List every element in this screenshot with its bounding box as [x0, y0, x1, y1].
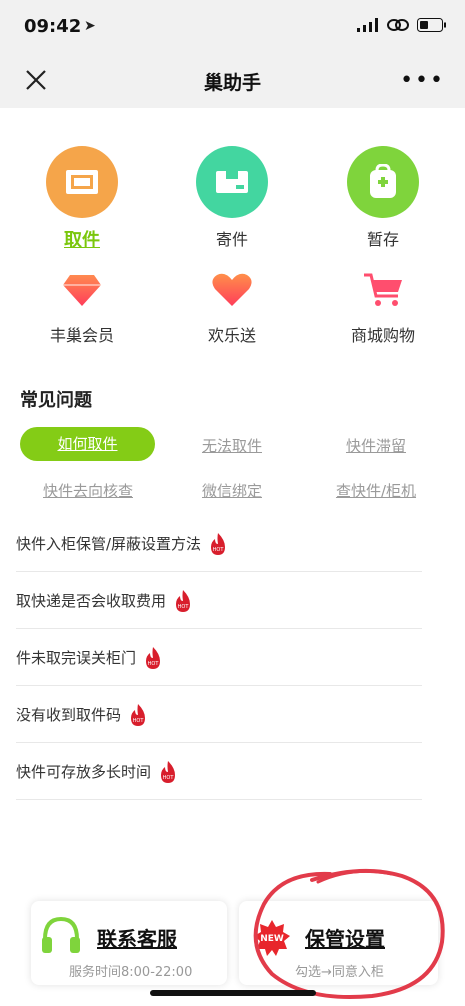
grid-label-storage: 暂存 [366, 230, 399, 249]
signal-icon [357, 18, 378, 32]
box-icon [46, 146, 118, 218]
contact-service-card[interactable]: 联系客服 服务时间8:00-22:00 [31, 901, 227, 985]
faq-item-text: 件未取完误关柜门 [16, 649, 137, 667]
svg-text:HOT: HOT [133, 718, 145, 724]
faq-list: 快件入柜保管/屏蔽设置方法 HOT 取快递是否会收取费用 HOT 件未取完误关柜… [16, 516, 422, 800]
tag-package-stranded[interactable]: 快件滞留 [306, 435, 446, 456]
hot-icon: HOT [161, 760, 176, 783]
faq-item[interactable]: 快件入柜保管/屏蔽设置方法 HOT [16, 516, 422, 572]
hot-icon: HOT [146, 646, 161, 669]
faq-item[interactable]: 取快递是否会收取费用 HOT [16, 573, 422, 629]
location-arrow-icon: ➤ [84, 18, 96, 34]
grid-label-happy-send: 欢乐送 [207, 326, 256, 345]
faq-item-text: 快件入柜保管/屏蔽设置方法 [16, 535, 202, 553]
faq-item-text: 取快递是否会收取费用 [16, 592, 167, 610]
tag-wechat-binding[interactable]: 微信绑定 [162, 480, 302, 501]
home-indicator [150, 990, 316, 996]
tag-cannot-pickup[interactable]: 无法取件 [162, 435, 302, 456]
svg-text:HOT: HOT [148, 661, 160, 667]
status-indicators [357, 18, 447, 32]
tag-how-to-pickup[interactable]: 如何取件 [20, 427, 155, 461]
faq-item[interactable]: 件未取完误关柜门 HOT [16, 630, 422, 686]
status-time: 09:42 [24, 16, 82, 37]
hot-icon: HOT [211, 532, 226, 555]
grid-item-mall[interactable]: 商城购物 [313, 266, 453, 346]
grid-item-pickup[interactable]: 取件 [12, 146, 152, 252]
grid-item-storage[interactable]: 暂存 [313, 146, 453, 250]
diamond-icon [58, 266, 106, 314]
hot-icon: HOT [176, 589, 191, 612]
tag-track-package[interactable]: 快件去向核查 [18, 480, 158, 501]
grid-item-send[interactable]: 寄件 [162, 146, 302, 250]
svg-text:HOT: HOT [178, 604, 190, 610]
page-title: 巢助手 [203, 72, 261, 94]
grid-item-membership[interactable]: 丰巢会员 [12, 266, 152, 346]
tag-search-package[interactable]: 查快件/柜机 [306, 480, 446, 501]
backpack-icon [347, 146, 419, 218]
faq-item-text: 没有收到取件码 [16, 706, 122, 724]
grid-label-mall: 商城购物 [350, 326, 415, 345]
svg-text:HOT: HOT [163, 775, 175, 781]
battery-icon [417, 18, 446, 32]
grid-label-membership: 丰巢会员 [49, 326, 114, 345]
svg-text:HOT: HOT [213, 547, 225, 553]
faq-item[interactable]: 没有收到取件码 HOT [16, 687, 422, 743]
grid-item-happy-send[interactable]: 欢乐送 [162, 266, 302, 346]
more-icon[interactable]: ••• [400, 68, 445, 93]
nav-bar: 巢助手 ••• [0, 56, 465, 108]
link-icon [387, 19, 409, 31]
service-hours: 服务时间8:00-22:00 [69, 965, 193, 980]
contact-service-title: 联系客服 [97, 927, 177, 951]
faq-section-title: 常见问题 [20, 390, 92, 411]
grid-label-pickup: 取件 [64, 230, 100, 251]
faq-item[interactable]: 快件可存放多长时间 HOT [16, 744, 422, 800]
package-icon [196, 146, 268, 218]
hot-icon: HOT [131, 703, 146, 726]
grid-label-send: 寄件 [215, 230, 248, 249]
faq-item-text: 快件可存放多长时间 [16, 763, 152, 781]
red-circle-annotation [253, 868, 445, 1000]
cart-icon [359, 266, 407, 314]
headset-icon [42, 916, 80, 953]
status-bar: 09:42 ➤ [0, 0, 465, 56]
heart-icon [208, 266, 256, 314]
